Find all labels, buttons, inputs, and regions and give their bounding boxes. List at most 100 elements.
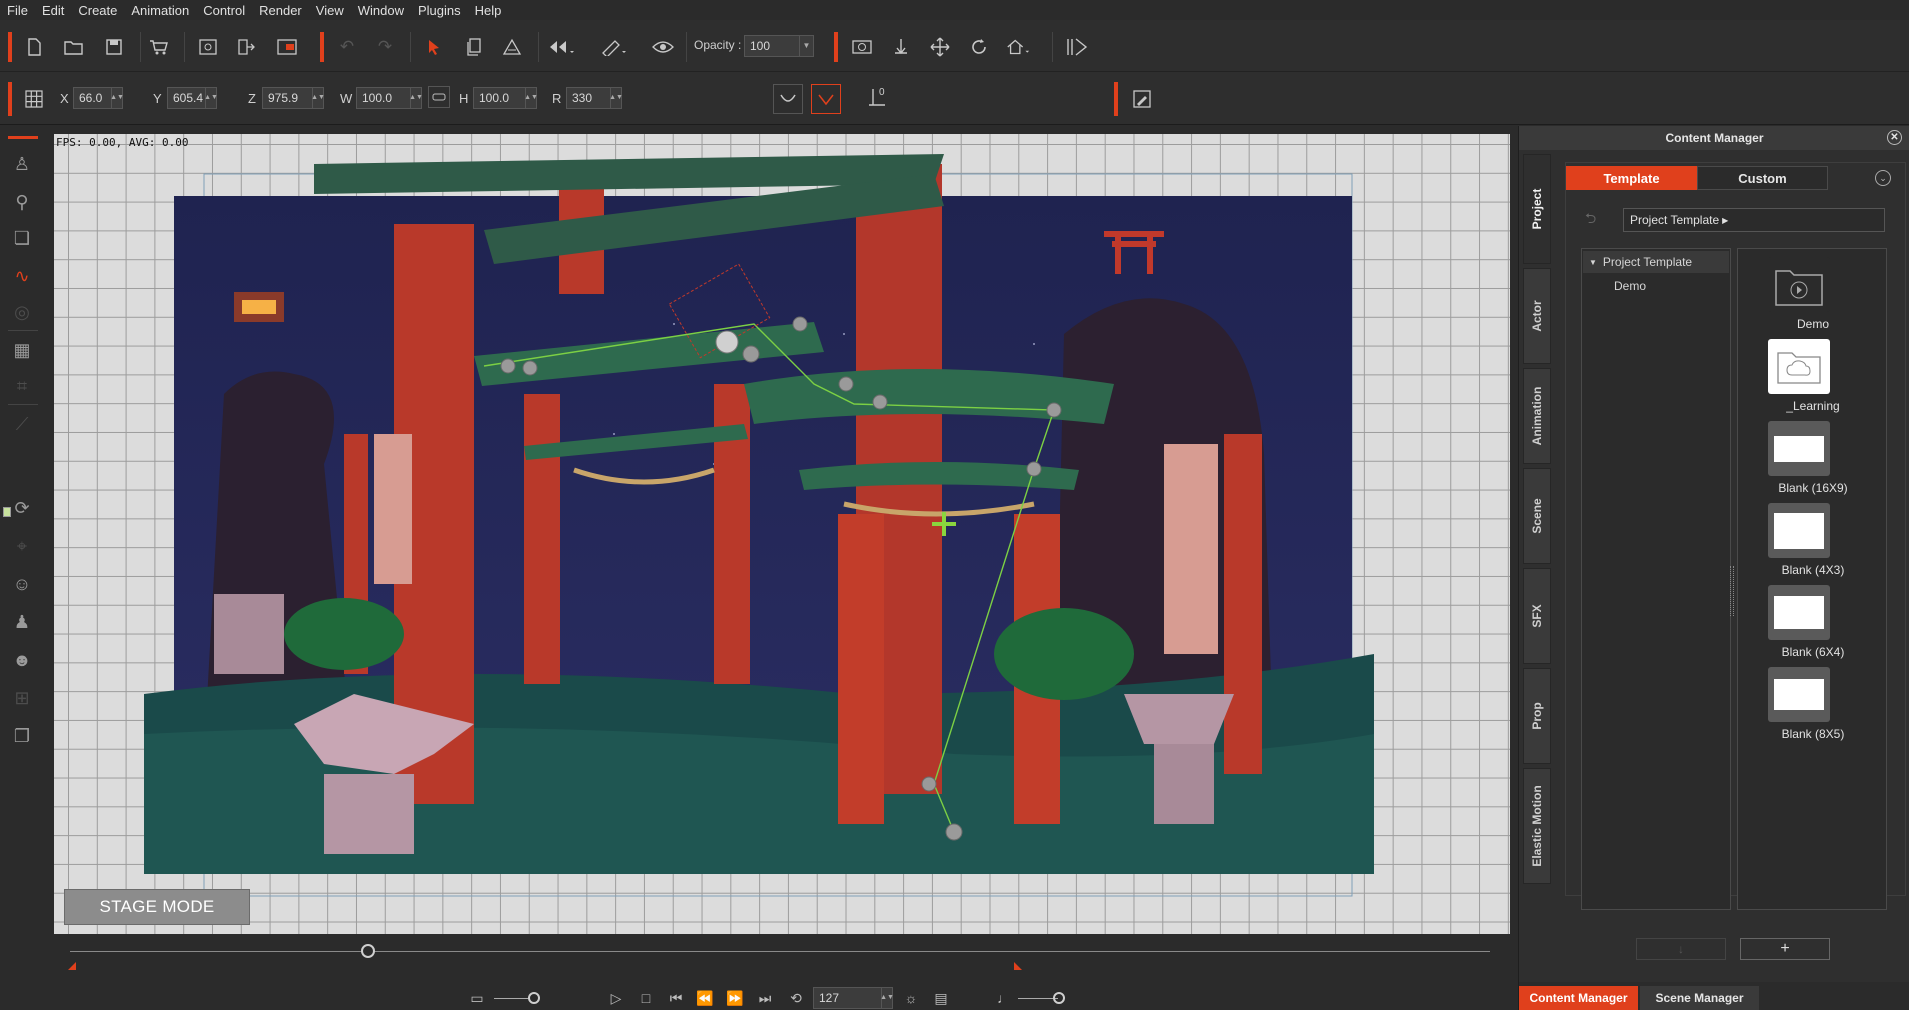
menu-view[interactable]: View	[309, 3, 351, 18]
rotate-icon[interactable]	[966, 34, 992, 60]
speed-slider-track[interactable]	[494, 998, 530, 999]
redo-icon[interactable]: ↷	[372, 34, 398, 60]
last-frame-icon[interactable]: ⏭	[754, 987, 776, 1009]
r-input[interactable]: 330 ▲▼	[566, 87, 623, 109]
curve-ease-icon[interactable]	[773, 84, 803, 114]
caption-icon[interactable]: ▭	[466, 987, 488, 1009]
menu-create[interactable]: Create	[71, 3, 124, 18]
pivot-offset-icon[interactable]	[865, 84, 891, 110]
opacity-input[interactable]: 100 ▼	[744, 35, 814, 57]
copy-icon[interactable]	[461, 34, 487, 60]
stage-viewport[interactable]: FPS: 0.00, AVG: 0.00 STAGE MODE	[54, 134, 1510, 934]
next-frame-icon[interactable]: ⏩	[724, 987, 746, 1009]
tab-template[interactable]: Template	[1566, 166, 1697, 190]
audio-wave-icon[interactable]: ∿	[10, 264, 34, 288]
menu-plugins[interactable]: Plugins	[411, 3, 468, 18]
y-stepper[interactable]: ▲▼	[204, 88, 218, 108]
template-blank-8x5[interactable]	[1768, 667, 1830, 722]
timeline-panel-icon[interactable]: ▤	[930, 987, 952, 1009]
eye-icon[interactable]	[650, 34, 676, 60]
template-learning[interactable]	[1768, 339, 1830, 394]
sprite-editor-icon[interactable]: ❏	[10, 226, 34, 250]
bone-layout-icon[interactable]: ⌗	[10, 374, 34, 398]
mask-icon[interactable]: ⊞	[10, 686, 34, 710]
volume-slider-track[interactable]	[1018, 998, 1058, 999]
close-icon[interactable]: ✕	[1887, 130, 1902, 145]
tab-animation[interactable]: Animation	[1523, 368, 1551, 464]
range-end-marker[interactable]	[1014, 962, 1022, 970]
w-input[interactable]: 100.0 ▲▼	[356, 87, 423, 109]
tab-scene[interactable]: Scene	[1523, 468, 1551, 564]
speed-slider-knob[interactable]	[528, 992, 540, 1004]
expand-arrow-icon[interactable]: ▼	[1589, 258, 1597, 267]
home-icon[interactable]	[1005, 34, 1031, 60]
menu-animation[interactable]: Animation	[124, 3, 196, 18]
stop-icon[interactable]: □	[635, 987, 657, 1009]
flip-icon[interactable]	[548, 34, 574, 60]
template-blank-16x9[interactable]	[1768, 421, 1830, 476]
z-stepper[interactable]: ▲▼	[311, 88, 325, 108]
preview-icon[interactable]	[195, 34, 221, 60]
elastic-icon[interactable]: ⟳	[10, 496, 34, 520]
tree-item-demo[interactable]: Demo	[1614, 276, 1646, 296]
splitter-handle[interactable]	[1730, 566, 1734, 616]
menu-edit[interactable]: Edit	[35, 3, 71, 18]
new-file-icon[interactable]	[21, 34, 47, 60]
r-stepper[interactable]: ▲▼	[609, 88, 623, 108]
link-icon[interactable]	[428, 86, 450, 108]
ruler-icon[interactable]	[600, 34, 626, 60]
volume-icon[interactable]: ♩	[993, 987, 1015, 1009]
back-icon[interactable]: ⮌	[1585, 208, 1605, 228]
menu-window[interactable]: Window	[351, 3, 411, 18]
menu-file[interactable]: File	[0, 3, 35, 18]
motion-key-icon[interactable]: ⚲	[10, 190, 34, 214]
export-icon[interactable]	[233, 34, 259, 60]
frame-input[interactable]: 127 ▲▼	[813, 987, 894, 1009]
tab-custom[interactable]: Custom	[1697, 166, 1828, 190]
panel-icon[interactable]	[1064, 34, 1090, 60]
frame-stepper[interactable]: ▲▼	[880, 988, 894, 1008]
edit-panel-icon[interactable]	[1129, 86, 1155, 112]
volume-slider-knob[interactable]	[1053, 992, 1065, 1004]
undo-icon[interactable]: ↶	[334, 34, 360, 60]
opacity-dropdown-icon[interactable]: ▼	[799, 36, 813, 56]
x-input[interactable]: 66.0 ▲▼	[73, 87, 124, 109]
face-key-icon[interactable]: ◎	[10, 300, 34, 324]
grid-icon[interactable]	[21, 86, 47, 112]
tab-project[interactable]: Project	[1523, 154, 1551, 264]
download-button[interactable]: ↓	[1636, 938, 1726, 960]
face-puppet-icon[interactable]: ☻	[10, 648, 34, 672]
store-icon[interactable]	[146, 34, 172, 60]
tab-actor[interactable]: Actor	[1523, 268, 1551, 364]
3d-icon[interactable]: ⟋	[10, 412, 34, 436]
save-icon[interactable]	[101, 34, 127, 60]
paint-icon[interactable]	[499, 34, 525, 60]
tree-item-project-template[interactable]: ▼ Project Template	[1583, 251, 1729, 273]
head-icon[interactable]: ☺	[10, 572, 34, 596]
range-start-marker[interactable]	[68, 962, 76, 970]
move-icon[interactable]	[927, 34, 953, 60]
tab-prop[interactable]: Prop	[1523, 668, 1551, 764]
y-input[interactable]: 605.4 ▲▼	[167, 87, 218, 109]
z-input[interactable]: 975.9 ▲▼	[262, 87, 325, 109]
prev-frame-icon[interactable]: ⏪	[694, 987, 716, 1009]
tab-elastic-motion[interactable]: Elastic Motion	[1523, 768, 1551, 884]
path-breadcrumb[interactable]: Project Template ▶	[1623, 208, 1885, 232]
template-blank-4x3[interactable]	[1768, 503, 1830, 558]
h-stepper[interactable]: ▲▼	[524, 88, 538, 108]
timeline-track[interactable]	[70, 951, 1490, 952]
tab-content-manager[interactable]: Content Manager	[1519, 986, 1638, 1010]
select-icon[interactable]	[421, 34, 447, 60]
template-demo[interactable]	[1768, 257, 1830, 312]
render-icon[interactable]	[274, 34, 300, 60]
menu-help[interactable]: Help	[468, 3, 509, 18]
settings-sun-icon[interactable]: ☼	[900, 987, 922, 1009]
actor-bone-icon[interactable]: ♙	[10, 152, 34, 176]
menu-render[interactable]: Render	[252, 3, 309, 18]
add-button[interactable]: +	[1740, 938, 1830, 960]
w-stepper[interactable]: ▲▼	[409, 88, 423, 108]
h-input[interactable]: 100.0 ▲▼	[473, 87, 538, 109]
timeline-scrubber[interactable]	[361, 944, 375, 958]
open-folder-icon[interactable]	[61, 34, 87, 60]
template-blank-6x4[interactable]	[1768, 585, 1830, 640]
